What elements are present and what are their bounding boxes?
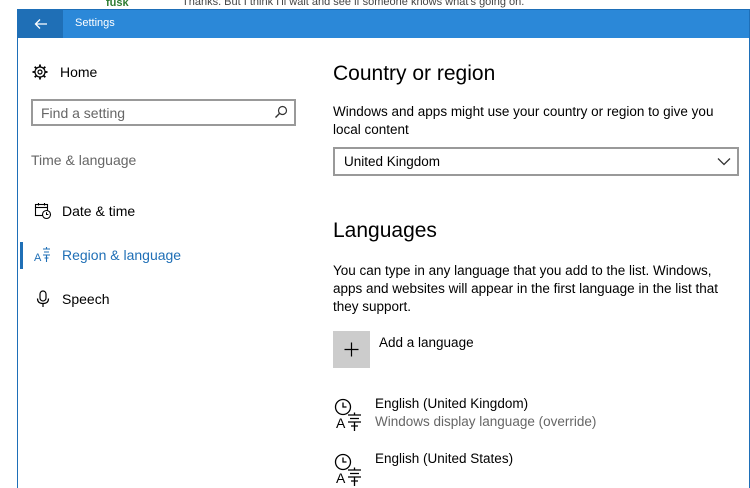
home-link[interactable]: Home xyxy=(32,64,97,80)
search-input[interactable] xyxy=(41,105,271,121)
settings-window: Settings Home Time & languag xyxy=(17,9,750,488)
title-bar: Settings xyxy=(18,10,749,38)
calendar-clock-icon xyxy=(34,203,52,220)
country-selected-value: United Kingdom xyxy=(344,154,441,169)
add-language-label: Add a language xyxy=(379,335,474,350)
section-title: Time & language xyxy=(31,152,137,168)
search-icon[interactable] xyxy=(274,105,288,119)
sidebar-item-label: Date & time xyxy=(62,203,136,219)
language-pack-icon: A xyxy=(334,398,361,431)
language-name: English (United States) xyxy=(375,451,514,466)
sidebar: Home Time & language Date & time xyxy=(18,38,318,488)
country-description: Windows and apps might use your country … xyxy=(333,104,714,137)
sidebar-item-label: Region & language xyxy=(62,247,182,263)
svg-text:A: A xyxy=(336,415,346,431)
sidebar-item-date-time[interactable]: Date & time xyxy=(18,193,318,229)
plus-icon xyxy=(333,331,370,368)
languages-heading: Languages xyxy=(333,219,437,242)
language-item[interactable]: A English (United Kingdom) Windows displ… xyxy=(333,396,733,436)
language-item[interactable]: A English (United States) xyxy=(333,451,733,488)
microphone-icon xyxy=(36,290,50,307)
search-box xyxy=(31,99,296,126)
gear-icon xyxy=(32,64,48,80)
back-button[interactable] xyxy=(18,10,63,38)
sidebar-item-label: Speech xyxy=(62,291,110,307)
sidebar-item-speech[interactable]: Speech xyxy=(18,281,318,317)
background-post-text: Thanks. But I think I'll wait and see if… xyxy=(182,0,525,8)
background-username: fusk xyxy=(106,0,129,9)
window-title: Settings xyxy=(75,17,115,29)
chevron-down-icon xyxy=(717,158,731,166)
add-language-button[interactable]: Add a language xyxy=(333,331,474,368)
languages-description: You can type in any language that you ad… xyxy=(333,263,718,314)
country-heading: Country or region xyxy=(333,62,496,85)
language-status: Windows display language (override) xyxy=(375,414,597,429)
back-arrow-icon xyxy=(34,19,47,29)
region-language-icon: A xyxy=(34,247,50,264)
svg-text:A: A xyxy=(34,252,42,264)
language-pack-icon: A xyxy=(334,453,361,486)
sidebar-item-region-language[interactable]: A Region & language xyxy=(18,237,318,273)
active-indicator xyxy=(20,242,23,269)
language-name: English (United Kingdom) xyxy=(375,396,529,411)
country-dropdown[interactable]: United Kingdom xyxy=(333,147,739,176)
home-label: Home xyxy=(60,64,98,80)
svg-text:A: A xyxy=(336,470,346,486)
